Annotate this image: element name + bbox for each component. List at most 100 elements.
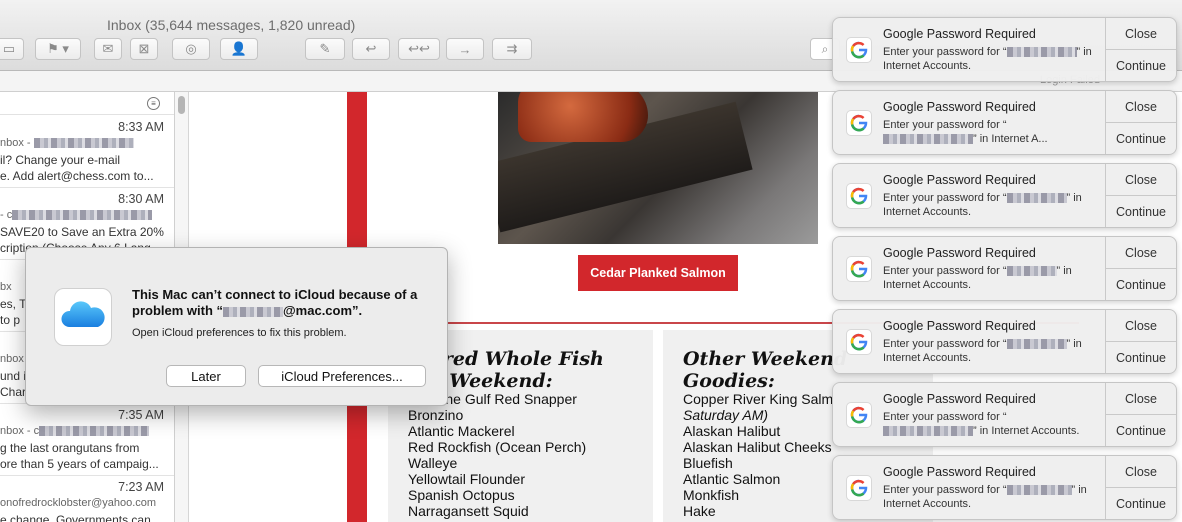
notification-body: Enter your password for “” in Internet A… (883, 411, 1080, 437)
notification-title: Google Password Required (883, 173, 1036, 187)
google-icon (846, 183, 872, 209)
icloud-preferences-button[interactable]: iCloud Preferences... (258, 365, 426, 387)
search-icon: ⌕ (821, 41, 829, 56)
list-item: Atlantic Salmon (683, 471, 781, 487)
google-password-notification[interactable]: Google Password Required Enter your pass… (832, 455, 1177, 520)
later-button[interactable]: Later (166, 365, 246, 387)
salmon-photo (498, 92, 818, 244)
google-icon (846, 475, 872, 501)
continue-button[interactable]: Continue (1106, 415, 1176, 446)
message-time: 8:30 AM (118, 192, 164, 206)
close-button[interactable]: Close (1106, 237, 1176, 268)
close-button[interactable]: Close (1106, 456, 1176, 487)
chat-icon: ◎ (185, 41, 197, 56)
message-preview: e. Add alert@chess.com to... (0, 169, 154, 183)
notification-title: Google Password Required (883, 100, 1036, 114)
add-contact-button[interactable]: 👤 (220, 38, 258, 60)
junk-button[interactable]: ⊠ (130, 38, 158, 60)
dialog-title: This Mac can’t connect to iCloud because… (132, 287, 418, 318)
featured-fish-list: Genuine Gulf Red Snapper Bronzino Atlant… (408, 391, 586, 519)
continue-button[interactable]: Continue (1106, 488, 1176, 519)
message-subject: SAVE20 to Save an Extra 20% (0, 225, 164, 239)
cedar-planked-salmon-link[interactable]: Cedar Planked Salmon (578, 255, 738, 291)
add-person-icon: 👤 (230, 41, 248, 56)
notification-title: Google Password Required (883, 392, 1036, 406)
list-item: Yellowtail Flounder (408, 471, 525, 487)
close-button[interactable]: Close (1106, 383, 1176, 414)
filter-row: ≡ (0, 92, 174, 115)
message-preview: to p (0, 313, 21, 327)
list-item: Monkfish (683, 487, 740, 503)
continue-button[interactable]: Continue (1106, 269, 1176, 300)
message-preview: Char (0, 385, 27, 399)
list-item: Atlantic Mackerel (408, 423, 515, 439)
flag-menu-button[interactable]: ⚑ ▾ (35, 38, 81, 60)
list-item: Alaskan Halibut (683, 423, 781, 439)
list-item[interactable]: 8:33 AM nbox - il? Change your e-mail e.… (0, 115, 174, 188)
notification-body: Enter your password for “” in Internet A… (883, 484, 1087, 510)
weekend-goodies-list: Copper River King Salm Saturday AM) Alas… (683, 391, 833, 519)
google-password-notification[interactable]: Google Password Required Enter your pass… (832, 309, 1177, 374)
google-password-notification[interactable]: Google Password Required Enter your pass… (832, 382, 1177, 447)
notification-title: Google Password Required (883, 27, 1036, 41)
message-preview: ore than 5 years of campaig... (0, 457, 159, 471)
reply-all-button[interactable]: ↩↩ (398, 38, 440, 60)
message-time: 7:35 AM (118, 408, 164, 422)
weekend-goodies-heading: Other Weekend Goodies: (683, 348, 848, 392)
reply-tracking-button[interactable]: ◎ (172, 38, 210, 60)
compose-icon: ✎ (319, 41, 331, 56)
message-mailbox: - c (0, 209, 153, 221)
list-item: Copper River King Salm (683, 391, 834, 407)
forward-button[interactable]: → (446, 38, 484, 60)
list-item: Narragansett Squid (408, 503, 529, 519)
google-password-notification[interactable]: Google Password Required Enter your pass… (832, 163, 1177, 228)
continue-button[interactable]: Continue (1106, 123, 1176, 154)
google-password-notification[interactable]: Google Password Required Enter your pass… (832, 90, 1177, 155)
google-icon (846, 256, 872, 282)
compose-button[interactable]: ✎ (305, 38, 345, 60)
close-button[interactable]: Close (1106, 164, 1176, 195)
list-item: Walleye (408, 455, 458, 471)
close-button[interactable]: Close (1106, 18, 1176, 49)
notification-body: Enter your password for “” in Internet A… (883, 192, 1082, 218)
list-item: Alaskan Halibut Cheeks (683, 439, 832, 455)
list-item[interactable]: 7:35 AM nbox - c g the last orangutans f… (0, 403, 174, 476)
notification-body: Enter your password for “” in Internet A… (883, 338, 1082, 364)
junk-icon: ⊠ (138, 41, 150, 56)
list-item: Bluefish (683, 455, 733, 471)
get-mail-button[interactable]: ✉ (94, 38, 122, 60)
message-mailbox: nbox - c (0, 425, 150, 437)
flag-icon: ⚑ ▾ (47, 41, 69, 56)
icloud-icon (54, 288, 112, 346)
icloud-alert-dialog: This Mac can’t connect to iCloud because… (25, 247, 448, 406)
list-item[interactable]: 7:23 AM onofredrocklobster@yahoo.com e c… (0, 475, 174, 522)
list-item: Hake (683, 503, 716, 519)
redirect-icon: ⇉ (506, 41, 518, 56)
google-password-notification[interactable]: Google Password Required Enter your pass… (832, 236, 1177, 301)
reply-icon: ↩ (365, 41, 377, 56)
google-icon (846, 110, 872, 136)
list-item: Saturday AM) (683, 407, 769, 423)
notification-body: Enter your password for “” in Internet A… (883, 46, 1092, 72)
window-title: Inbox (35,644 messages, 1,820 unread) (107, 17, 356, 33)
notification-body: Enter your password for “” in Internet A… (883, 265, 1072, 291)
fish-shape (518, 92, 648, 142)
message-subject: und i (0, 369, 27, 383)
reply-button[interactable]: ↩ (352, 38, 390, 60)
message-subject: e change. Governments can (0, 513, 151, 522)
filter-icon[interactable]: ≡ (147, 97, 160, 110)
archive-button[interactable]: ▭ (0, 38, 24, 60)
close-button[interactable]: Close (1106, 310, 1176, 341)
scrollbar-thumb[interactable] (178, 96, 185, 114)
continue-button[interactable]: Continue (1106, 50, 1176, 81)
message-subject: es, T (0, 297, 27, 311)
message-mailbox: nbox (0, 353, 24, 365)
redirect-button[interactable]: ⇉ (492, 38, 532, 60)
message-time: 8:33 AM (118, 120, 164, 134)
list-item: Bronzino (408, 407, 464, 423)
continue-button[interactable]: Continue (1106, 342, 1176, 373)
message-subject: g the last orangutans from (0, 441, 140, 455)
close-button[interactable]: Close (1106, 91, 1176, 122)
continue-button[interactable]: Continue (1106, 196, 1176, 227)
google-password-notification[interactable]: Google Password Required Enter your pass… (832, 17, 1177, 82)
